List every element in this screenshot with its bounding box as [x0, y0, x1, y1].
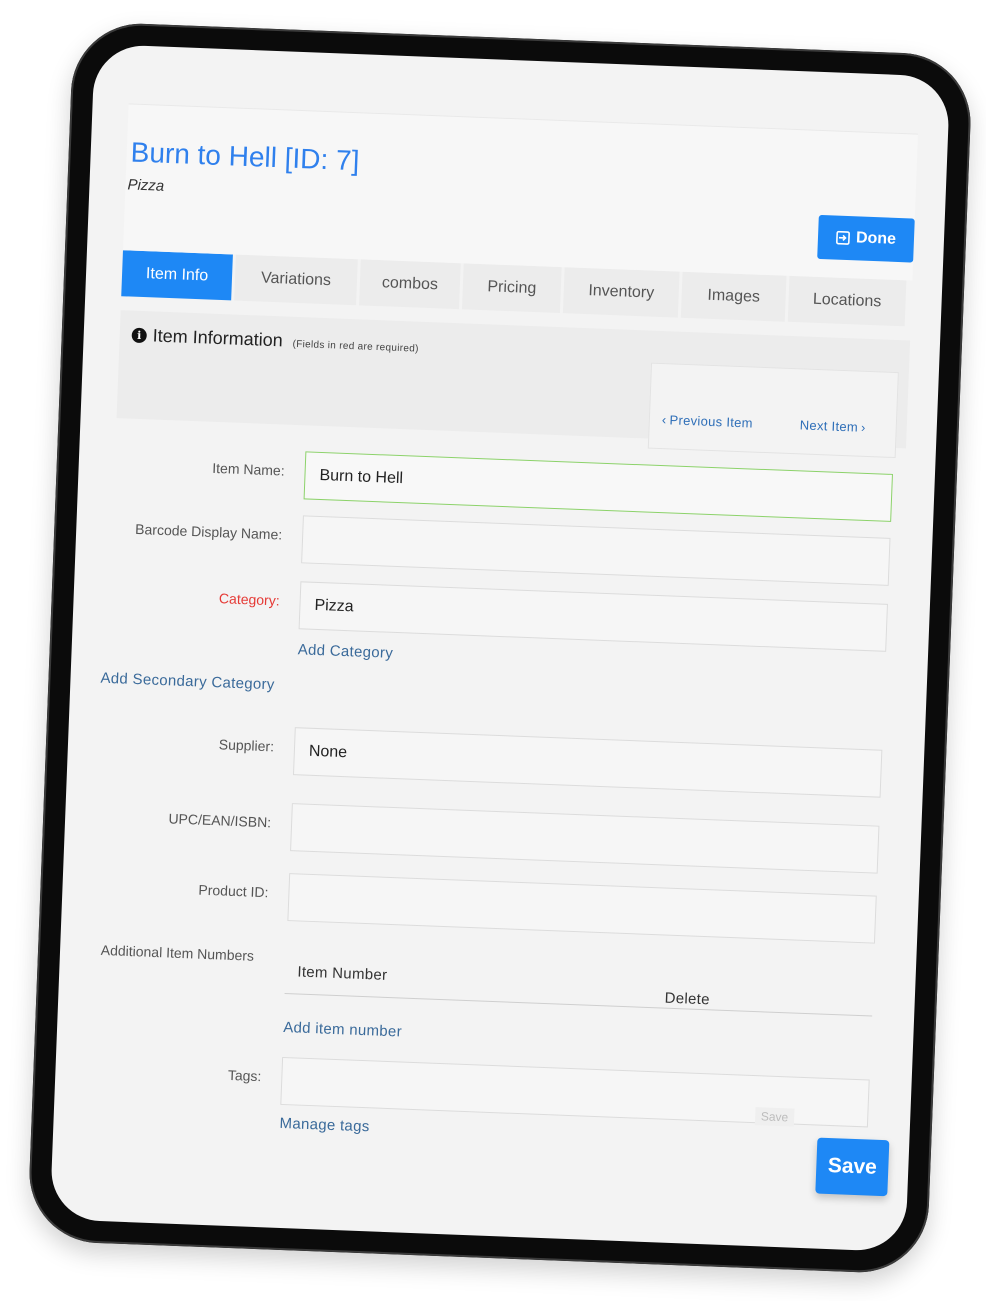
- required-note: (Fields in red are required): [292, 338, 419, 355]
- section-title: Item Information: [152, 325, 284, 351]
- next-item-link[interactable]: Next Item ›: [799, 417, 865, 435]
- tags-save-hint: Save: [754, 1107, 795, 1127]
- supplier-label: Supplier:: [218, 736, 275, 755]
- item-numbers-table-header: Item Number Delete: [284, 953, 874, 1017]
- product-id-label: Product ID:: [198, 881, 269, 901]
- tablet-frame: Burn to Hell [ID: 7] Pizza Done Item Inf…: [26, 21, 974, 1275]
- add-secondary-category-link[interactable]: Add Secondary Category: [100, 670, 275, 694]
- chevron-left-icon: ‹: [661, 412, 667, 428]
- tab-locations[interactable]: Locations: [787, 275, 907, 327]
- next-item-label: Next Item: [799, 417, 859, 435]
- chevron-right-icon: ›: [860, 419, 866, 435]
- page-header: Burn to Hell [ID: 7] Pizza Done: [122, 103, 919, 281]
- item-navigation: ‹ Previous Item Next Item ›: [647, 362, 899, 459]
- save-button[interactable]: Save: [815, 1137, 890, 1197]
- page-subtitle: Pizza: [127, 176, 165, 195]
- item-editor: Burn to Hell [ID: 7] Pizza Done Item Inf…: [100, 103, 919, 1197]
- tablet-screen: Burn to Hell [ID: 7] Pizza Done Item Inf…: [49, 44, 951, 1252]
- category-label: Category:: [218, 590, 280, 609]
- category-select[interactable]: Pizza: [298, 581, 888, 652]
- upc-input[interactable]: [290, 803, 880, 874]
- previous-item-link[interactable]: ‹ Previous Item: [662, 412, 754, 430]
- page-title: Burn to Hell [ID: 7]: [130, 136, 360, 177]
- barcode-display-name-label: Barcode Display Name:: [134, 520, 283, 543]
- tab-item-info[interactable]: Item Info: [121, 250, 233, 301]
- add-category-link[interactable]: Add Category: [297, 641, 393, 662]
- previous-item-label: Previous Item: [669, 412, 754, 431]
- supplier-select[interactable]: None: [292, 727, 883, 798]
- item-information-panel: i Item Information (Fields in red are re…: [116, 310, 911, 459]
- done-button-label: Done: [855, 229, 897, 248]
- tab-images[interactable]: Images: [680, 271, 787, 322]
- info-icon: i: [131, 327, 148, 344]
- tab-pricing[interactable]: Pricing: [461, 263, 562, 314]
- upc-label: UPC/EAN/ISBN:: [168, 810, 272, 831]
- item-number-column: Item Number: [297, 963, 388, 984]
- barcode-display-name-input[interactable]: [301, 515, 891, 586]
- tab-variations[interactable]: Variations: [234, 254, 358, 306]
- tab-combos[interactable]: combos: [359, 259, 461, 310]
- item-name-input[interactable]: Burn to Hell: [303, 451, 893, 522]
- manage-tags-link[interactable]: Manage tags: [279, 1115, 370, 1135]
- tab-inventory[interactable]: Inventory: [562, 267, 680, 318]
- exit-icon: [836, 230, 850, 245]
- delete-column: Delete: [664, 989, 711, 1009]
- item-name-label: Item Name:: [212, 459, 285, 479]
- tags-label: Tags:: [227, 1066, 262, 1085]
- add-item-number-link[interactable]: Add item number: [283, 1019, 402, 1041]
- product-id-input[interactable]: [287, 873, 877, 944]
- section-heading: i Item Information (Fields in red are re…: [131, 325, 419, 357]
- additional-item-numbers-label: Additional Item Numbers: [100, 941, 255, 964]
- done-button[interactable]: Done: [817, 214, 915, 263]
